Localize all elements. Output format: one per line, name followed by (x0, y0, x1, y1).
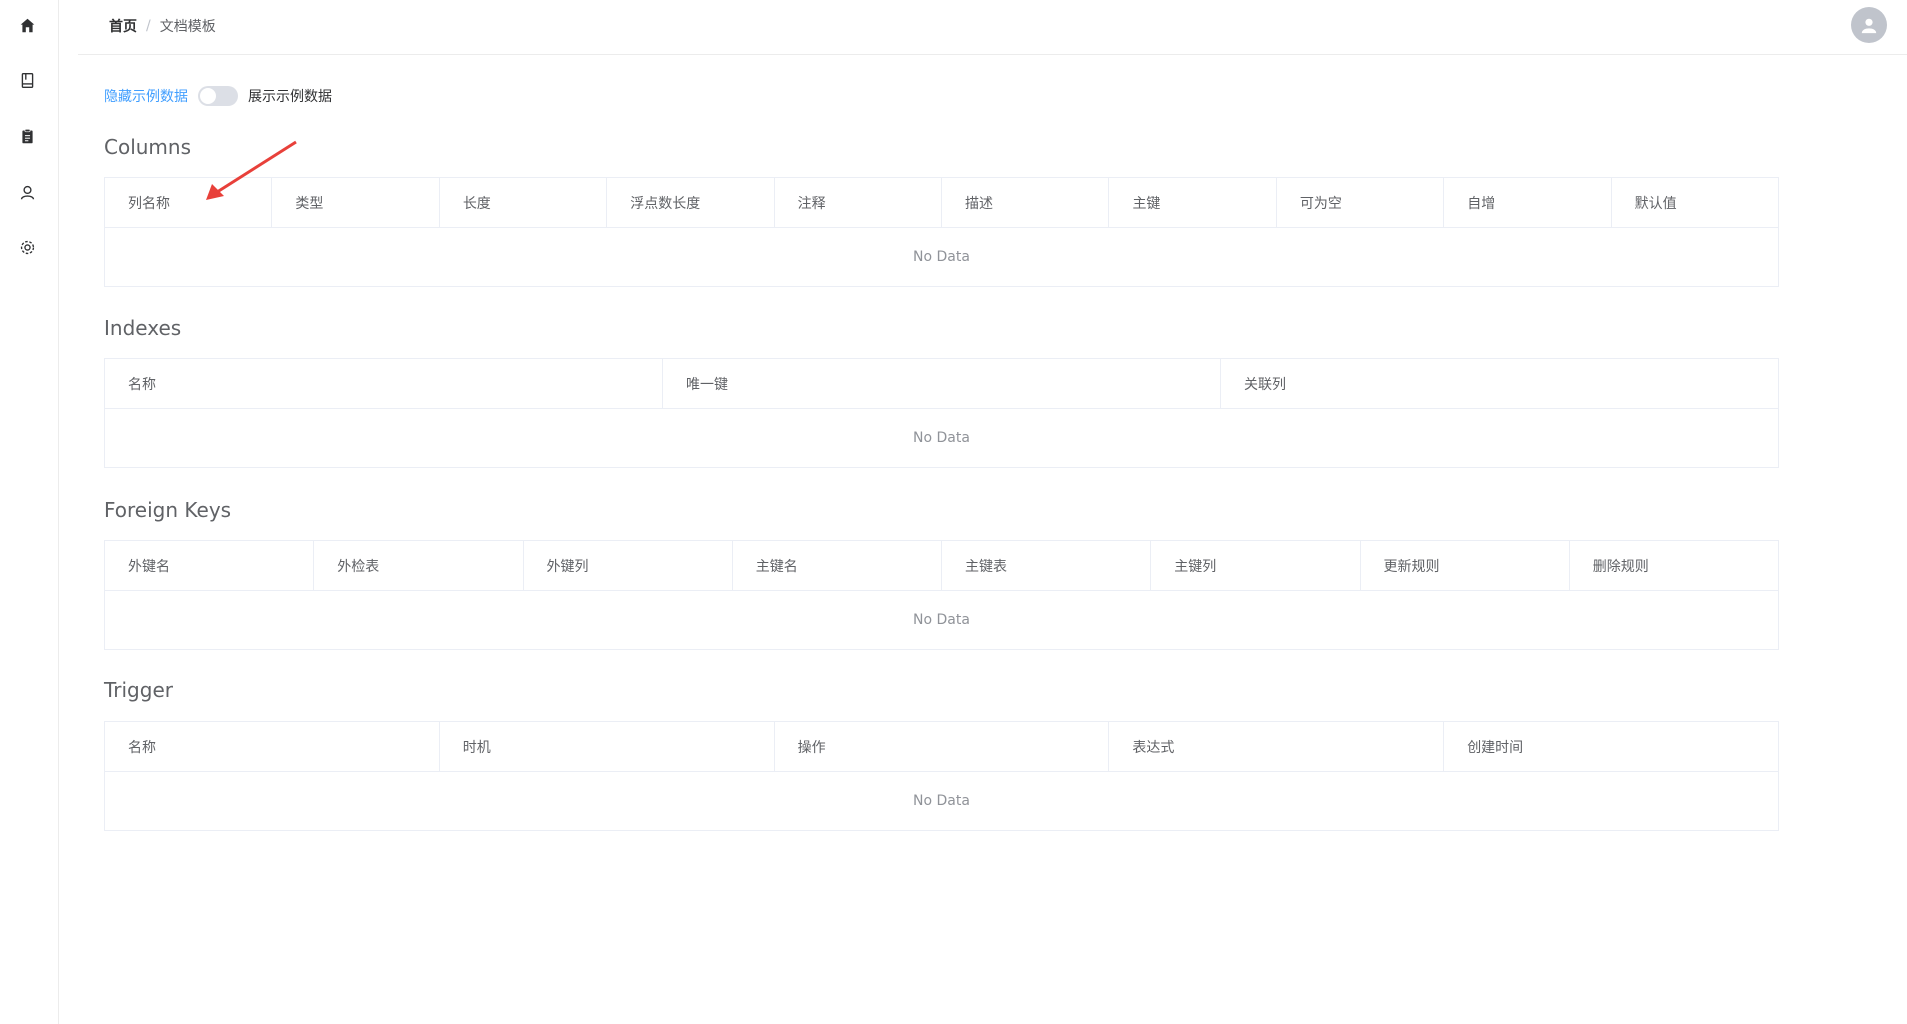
column-header: 创建时间 (1467, 739, 1524, 756)
column-header: 名称 (105, 722, 440, 771)
column-header: 时机 (440, 722, 775, 771)
column-header: 可为空 (1277, 178, 1445, 227)
column-header: 主键 (1109, 178, 1277, 227)
gear-icon[interactable] (17, 237, 37, 257)
column-header: 关联列 (1244, 376, 1286, 393)
column-header: 注释 (775, 178, 943, 227)
book-icon[interactable] (17, 70, 37, 90)
column-header: 删除规则 (1592, 558, 1649, 575)
user-avatar-icon (1861, 18, 1877, 34)
columns-table: 列名称 类型 长度 浮点数长度 注释 描述 主键 可为空 自增 默认值 No D… (104, 177, 1779, 287)
column-header: 主键表 (942, 541, 1152, 590)
avatar[interactable] (1851, 7, 1887, 43)
trigger-title: Trigger (104, 678, 173, 702)
empty-text: No Data (913, 612, 970, 628)
column-header: 描述 (942, 178, 1110, 227)
trigger-table-header: 名称 时机 操作 表达式 创建时间 (105, 722, 1778, 772)
column-header: 外检表 (314, 541, 524, 590)
breadcrumb-home[interactable]: 首页 (109, 16, 137, 36)
trigger-table: 名称 时机 操作 表达式 创建时间 No Data (104, 721, 1779, 831)
foreign-keys-table: 外键名 外检表 外键列 主键名 主键表 主键列 更新规则 删除规则 No Dat… (104, 540, 1779, 650)
column-header: 主键列 (1151, 541, 1361, 590)
column-header: 更新规则 (1361, 541, 1570, 590)
header: 首页 / 文档模板 (78, 0, 1907, 55)
column-header: 表达式 (1109, 722, 1445, 771)
column-header: 唯一键 (663, 359, 1221, 408)
column-header: 外键列 (524, 541, 733, 590)
sidebar (0, 0, 59, 1024)
empty-text: No Data (913, 793, 970, 809)
column-header: 操作 (775, 722, 1110, 771)
breadcrumb-current: 文档模板 (159, 19, 216, 35)
empty-text: No Data (913, 249, 970, 265)
empty-text: No Data (913, 430, 970, 446)
indexes-table: 名称 唯一键 关联列 No Data (104, 358, 1779, 468)
columns-table-header: 列名称 类型 长度 浮点数长度 注释 描述 主键 可为空 自增 默认值 (105, 178, 1778, 228)
hide-sample-data-label[interactable]: 隐藏示例数据 (104, 86, 188, 106)
indexes-title: Indexes (104, 316, 182, 340)
column-header: 主键名 (733, 541, 942, 590)
sample-data-toggle-row: 隐藏示例数据 展示示例数据 (104, 86, 332, 106)
column-header: 名称 (105, 359, 663, 408)
breadcrumb-separator: / (146, 18, 151, 34)
switch-knob (200, 88, 216, 104)
annotation-arrow-icon (206, 140, 297, 200)
user-icon[interactable] (17, 182, 37, 202)
column-header: 外键名 (105, 541, 315, 590)
foreign-keys-title: Foreign Keys (104, 498, 232, 522)
columns-title: Columns (104, 135, 192, 159)
column-header: 自增 (1444, 178, 1612, 227)
home-icon[interactable] (17, 15, 37, 35)
column-header: 长度 (440, 178, 608, 227)
foreign-keys-table-header: 外键名 外检表 外键列 主键名 主键表 主键列 更新规则 删除规则 (105, 541, 1778, 591)
column-header: 浮点数长度 (607, 178, 775, 227)
sample-data-switch[interactable] (198, 86, 238, 106)
show-sample-data-label[interactable]: 展示示例数据 (248, 86, 332, 106)
indexes-table-header: 名称 唯一键 关联列 (105, 359, 1778, 409)
column-header: 默认值 (1634, 195, 1677, 212)
breadcrumb: 首页 / 文档模板 (109, 16, 216, 36)
clipboard-icon[interactable] (17, 126, 37, 146)
